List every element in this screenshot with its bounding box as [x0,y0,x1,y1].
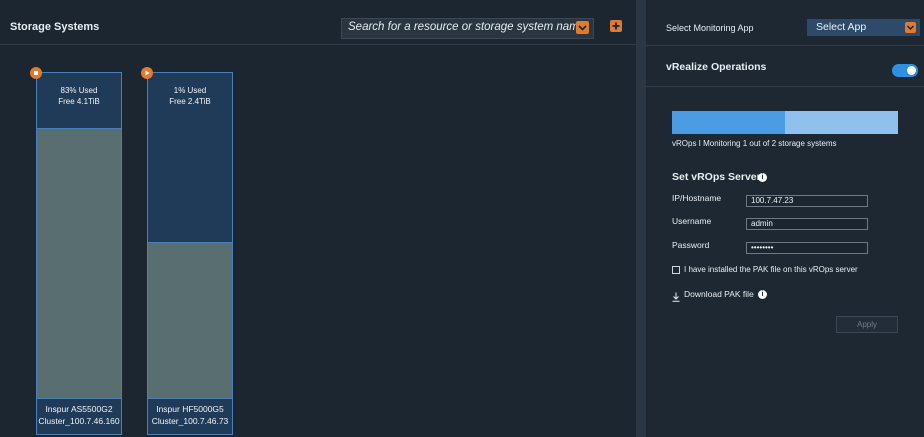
username-label: Username [672,216,712,226]
monitoring-panel: Select Monitoring App Select App vRealiz… [646,0,924,437]
progress-fill [672,111,785,134]
app-select-value: Select App [816,21,867,33]
chevron-down-icon[interactable] [905,22,916,33]
storage-card[interactable]: 83% Used Free 4.1TiB Inspur AS5500G2 Clu… [36,72,122,435]
monitoring-toggle[interactable] [892,64,918,77]
storage-name: Inspur HF5000G5 [156,404,224,414]
download-icon[interactable] [672,289,680,302]
ip-field[interactable]: 100.7.47.23 [746,195,868,207]
chevron-down-icon[interactable] [576,21,589,34]
username-field[interactable]: admin [746,218,868,230]
storage-systems-title: Storage Systems [10,21,100,33]
app-title: vRealize Operations [666,61,767,73]
toggle-knob [907,66,916,75]
pak-checkbox-label: I have installed the PAK file on this vR… [684,265,858,274]
vrops-row: vRealize Operations [646,50,924,87]
usage-fill [148,242,232,398]
download-pak-link[interactable]: Download PAK file [684,289,754,299]
server-title: Set vROps Server [672,171,761,183]
pak-checkbox[interactable] [672,266,680,274]
usage-fill [37,128,121,398]
free-capacity: Free 4.1TiB [58,97,100,106]
play-icon[interactable] [141,67,153,79]
search-input[interactable]: Search for a resource or storage system … [341,18,594,39]
free-capacity: Free 2.4TiB [169,97,211,106]
storage-systems-panel: Storage Systems Search for a resource or… [0,0,636,437]
apply-button[interactable]: Apply [836,316,898,333]
cluster-name: Cluster_100.7.46.73 [151,416,229,426]
info-icon[interactable]: i [758,290,767,299]
storage-card[interactable]: 1% Used Free 2.4TiB Inspur HF5000G5 Clus… [147,72,233,435]
cluster-name: Cluster_100.7.46.160 [38,416,120,426]
storage-name: Inspur AS5500G2 [45,404,113,414]
stop-icon[interactable] [30,67,42,79]
panel-divider [636,0,646,437]
used-percent: 1% Used [173,86,207,95]
search-placeholder: Search for a resource or storage system … [348,21,586,33]
password-field[interactable]: •••••••• [746,242,868,254]
add-icon[interactable] [610,20,622,32]
progress-caption: vROps I Monitoring 1 out of 2 storage sy… [672,139,837,148]
card-footer: Inspur AS5500G2 Cluster_100.7.46.160 [37,398,121,434]
ip-label: IP/Hostname [672,193,722,203]
app-select[interactable]: Select App [807,19,920,36]
used-percent: 83% Used [60,86,98,95]
monitoring-progress-bar [672,111,898,134]
info-icon[interactable]: i [758,173,767,182]
card-footer: Inspur HF5000G5 Cluster_100.7.46.73 [148,398,232,434]
monitoring-label: Select Monitoring App [666,23,754,33]
password-label: Password [672,240,710,250]
